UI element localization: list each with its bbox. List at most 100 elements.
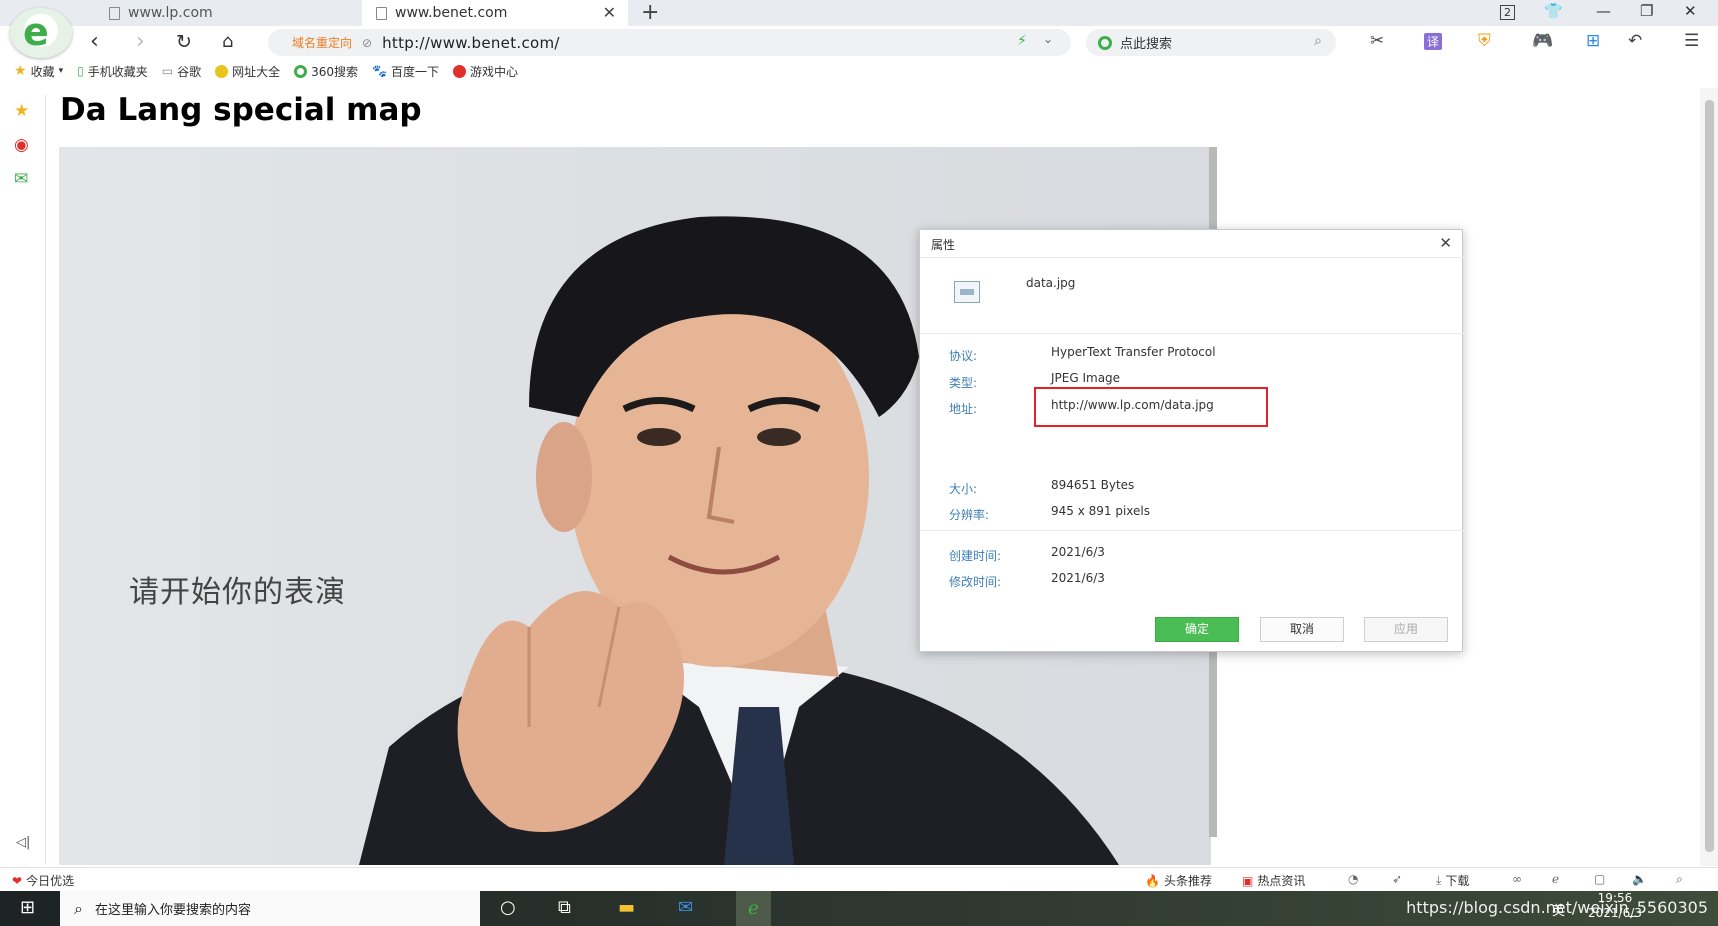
chevron-down-icon[interactable]: ⌄	[1043, 32, 1053, 46]
cortana-icon[interactable]: ○	[500, 897, 516, 918]
bookmark-hao[interactable]: 网址大全	[215, 63, 280, 80]
mail-icon[interactable]: ✉	[678, 897, 693, 918]
minimize-icon[interactable]: —	[1596, 2, 1611, 20]
collapse-sidebar-icon[interactable]: ◁|	[16, 835, 30, 850]
modified-label: 修改时间:	[949, 575, 1002, 589]
status-bar: ❤ 今日优选 🔥 头条推荐 ▣ 热点资讯 ◔ ➶ ⤓ 下载 ∞ ℯ ▢ 🔈 ⌕	[0, 867, 1718, 891]
favorites-icon[interactable]: ★	[14, 101, 29, 121]
tab-title: www.benet.com	[395, 5, 508, 21]
glasses-icon[interactable]: ∞	[1512, 872, 1522, 886]
bookmark-baidu[interactable]: 🐾 百度一下	[372, 63, 439, 80]
bookmark-label: 网址大全	[232, 64, 281, 79]
restore-icon[interactable]: ❐	[1640, 2, 1653, 20]
address-label: 地址:	[949, 402, 978, 416]
bookmark-google[interactable]: ▭ 谷歌	[162, 63, 201, 80]
so-search-icon	[1098, 35, 1112, 50]
search-icon: ⌕	[74, 898, 83, 918]
close-dialog-icon[interactable]: ✕	[1439, 234, 1452, 252]
chevron-down-icon: ▾	[58, 66, 64, 76]
close-window-icon[interactable]: ✕	[1684, 2, 1697, 20]
bookmark-label: 手机收藏夹	[87, 64, 148, 79]
page-scrollbar[interactable]	[1700, 88, 1718, 866]
paw-icon: 🐾	[372, 64, 387, 78]
resolution-value: 945 x 891 pixels	[1051, 504, 1151, 518]
headline-news[interactable]: 🔥 头条推荐	[1145, 872, 1212, 889]
fire-icon: 🔥	[1145, 873, 1160, 888]
divider	[920, 257, 1464, 258]
address-bar[interactable]: 域名重定向 ⊘ http://www.benet.com/ ⚡ ⌄	[268, 29, 1071, 56]
skin-icon[interactable]: 👕	[1544, 2, 1563, 20]
gamepad-icon[interactable]: 🎮	[1532, 31, 1553, 51]
translate-icon[interactable]: 译	[1424, 33, 1443, 50]
bookmark-360search[interactable]: 360搜索	[294, 63, 358, 80]
redirect-label: 域名重定向	[292, 36, 353, 50]
properties-dialog: 属性 ✕ data.jpg 协议: HyperText Transfer Pro…	[919, 229, 1464, 652]
scrollbar-thumb[interactable]	[1705, 100, 1714, 852]
menu-icon[interactable]: ☰	[1684, 31, 1699, 51]
forward-icon[interactable]: ›	[136, 29, 145, 54]
back-icon[interactable]: ‹	[90, 29, 99, 54]
task-view-icon[interactable]: ⧉	[558, 897, 571, 918]
volume-icon[interactable]: 🔈	[1632, 872, 1647, 886]
type-label: 类型:	[949, 376, 978, 390]
screen-icon[interactable]: ▢	[1594, 872, 1605, 886]
hot-news[interactable]: ▣ 热点资讯	[1242, 872, 1305, 889]
windows-taskbar: ⊞ ⌕ 在这里输入你要搜索的内容 ○ ⧉ ▬ ✉ ℯ 19:56 2021/6/…	[0, 891, 1718, 926]
download-label: 下载	[1445, 874, 1470, 888]
page-title: Da Lang special map	[60, 92, 422, 128]
shield-icon[interactable]: ⛨	[1478, 31, 1491, 51]
bookmark-label: 收藏	[30, 64, 55, 79]
bookmark-label: 百度一下	[390, 64, 439, 79]
browser-logo[interactable]: e	[10, 8, 72, 58]
windows-start-icon[interactable]: ⊞	[20, 897, 35, 918]
search-icon[interactable]: ⌕	[1314, 33, 1322, 49]
apps-icon[interactable]: ⊞	[1586, 31, 1600, 51]
search-box[interactable]: 点此搜索 ⌕	[1086, 29, 1336, 56]
search-input[interactable]: 点此搜索	[1120, 33, 1172, 52]
dialog-title: 属性	[931, 238, 956, 252]
home-icon[interactable]: ⌂	[222, 31, 233, 52]
rocket-icon[interactable]: ➶	[1392, 872, 1402, 886]
cancel-button[interactable]: 取消	[1260, 617, 1344, 642]
close-tab-icon[interactable]: ✕	[603, 3, 616, 22]
bookmark-favorites[interactable]: ★ 收藏 ▾	[14, 63, 63, 80]
download-button[interactable]: ⤓ 下载	[1436, 872, 1469, 889]
ie-icon[interactable]: ℯ	[1552, 872, 1559, 886]
created-value: 2021/6/3	[1051, 545, 1105, 559]
tab-bar: www.lp.com www.benet.com ✕ + 2 👕 — ❐ ✕	[0, 0, 1718, 26]
scissors-icon[interactable]: ✂	[1370, 31, 1384, 51]
headline-label: 头条推荐	[1163, 874, 1212, 888]
tab-lp[interactable]: www.lp.com	[95, 0, 357, 26]
today-label: 今日优选	[26, 874, 75, 888]
phone-icon: ▯	[77, 64, 84, 78]
zoom-icon[interactable]: ⌕	[1676, 872, 1683, 887]
bookmark-mobile[interactable]: ▯ 手机收藏夹	[77, 63, 148, 80]
mail-icon[interactable]: ✉	[14, 169, 28, 189]
camera-off-icon[interactable]: ⊘	[362, 36, 372, 50]
tab-title: www.lp.com	[128, 5, 213, 21]
window-count-badge[interactable]: 2	[1500, 5, 1515, 20]
speed-mode-icon[interactable]: ⚡	[1017, 33, 1027, 49]
divider	[920, 333, 1464, 334]
file-explorer-icon[interactable]: ▬	[618, 897, 635, 918]
weibo-icon[interactable]: ◉	[14, 135, 29, 155]
game-icon	[452, 64, 466, 78]
browser-taskbar-icon[interactable]: ℯ	[736, 891, 771, 926]
globe-icon	[215, 64, 229, 78]
protocol-label: 协议:	[949, 349, 978, 363]
reload-icon[interactable]: ↻	[176, 31, 192, 53]
new-tab-button[interactable]: +	[641, 0, 659, 26]
speedometer-icon[interactable]: ◔	[1348, 872, 1358, 886]
news-icon: ▣	[1242, 873, 1254, 888]
watermark-text: https://blog.csdn.net/weixin_5560305	[1406, 898, 1708, 917]
resolution-label: 分辨率:	[949, 508, 990, 522]
tab-benet[interactable]: www.benet.com ✕	[362, 0, 628, 26]
taskbar-search[interactable]: ⌕ 在这里输入你要搜索的内容	[60, 891, 480, 926]
undo-icon[interactable]: ↶	[1628, 31, 1642, 51]
today-picks[interactable]: ❤ 今日优选	[12, 872, 74, 889]
url-text[interactable]: http://www.benet.com/	[382, 34, 560, 52]
bookmark-games[interactable]: 游戏中心	[452, 63, 518, 80]
taskbar-search-input[interactable]: 在这里输入你要搜索的内容	[95, 899, 251, 918]
apply-button[interactable]: 应用	[1364, 617, 1448, 642]
ok-button[interactable]: 确定	[1155, 617, 1239, 642]
